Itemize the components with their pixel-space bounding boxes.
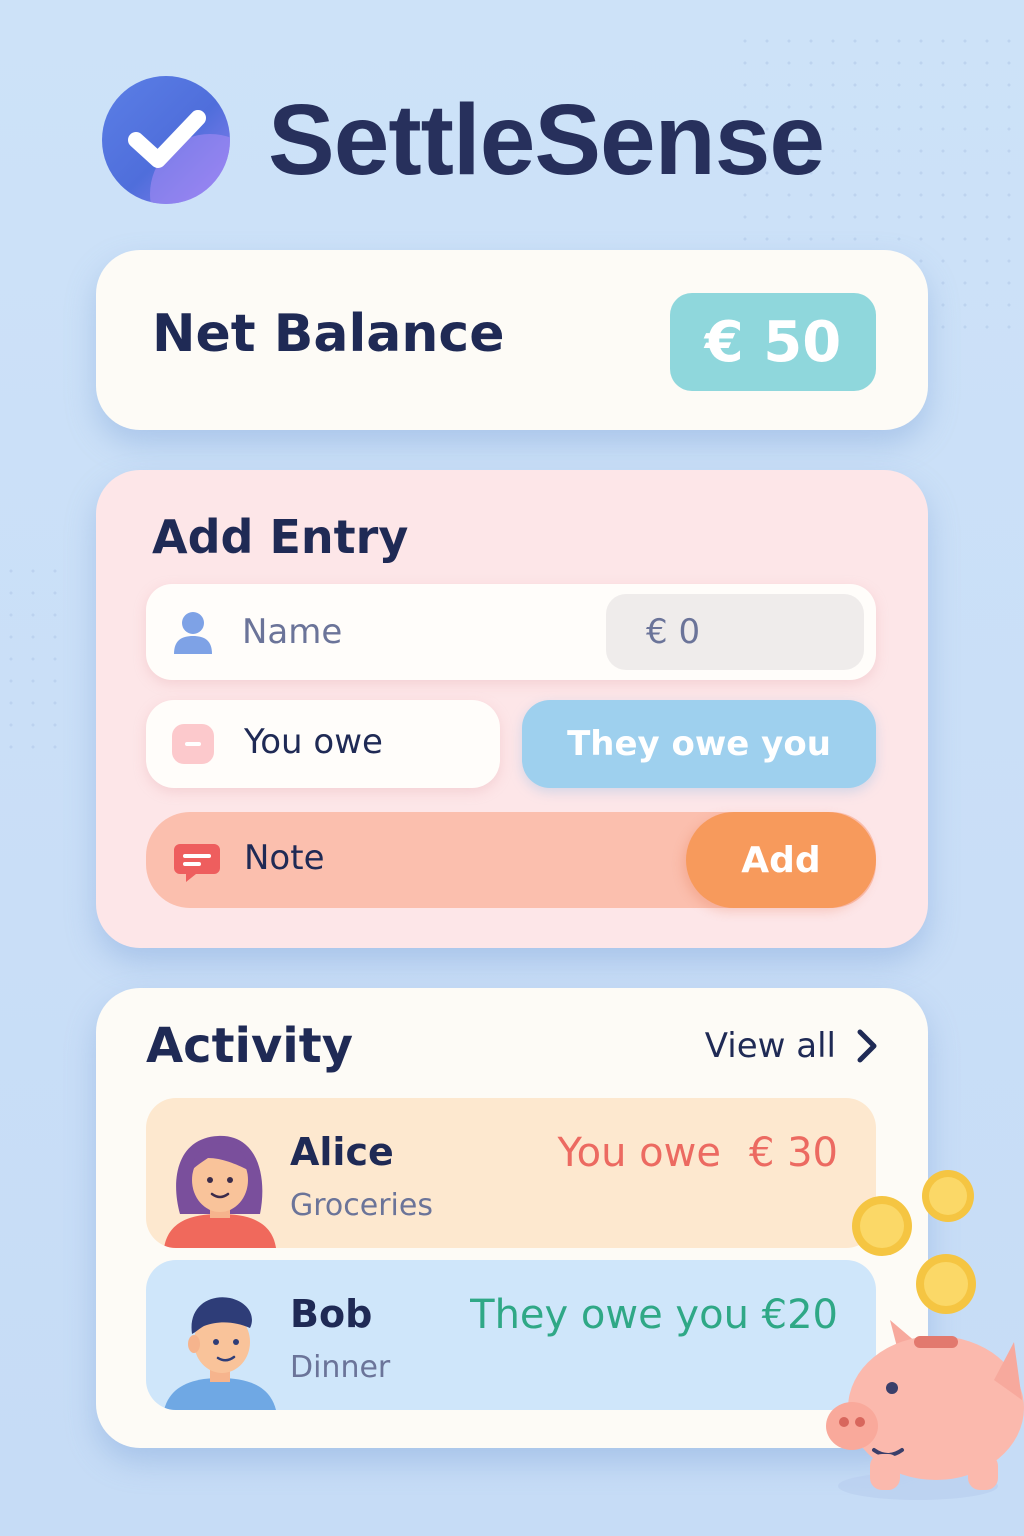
chevron-right-icon	[857, 1029, 877, 1063]
alice-avatar	[164, 1135, 276, 1248]
piggy-bank-coins-illustration	[826, 1170, 1024, 1500]
activity-item-status-label: You owe	[557, 1130, 721, 1176]
activity-item-status: You owe € 30	[557, 1130, 838, 1176]
name-amount-row	[146, 584, 876, 680]
name-input[interactable]	[242, 608, 582, 656]
activity-item-note: Dinner	[290, 1350, 391, 1385]
minus-icon	[172, 724, 214, 764]
net-balance-amount: € 50	[670, 293, 876, 391]
activity-card: Activity View all Alice Groceries You ow…	[96, 988, 928, 1448]
net-balance-label: Net Balance	[152, 304, 505, 364]
view-all-label: View all	[704, 1026, 836, 1066]
add-entry-card: Add Entry You owe They owe you Note Add	[96, 470, 928, 948]
amount-input[interactable]	[606, 594, 864, 670]
activity-item-alice[interactable]: Alice Groceries You owe € 30	[146, 1098, 876, 1248]
activity-item-note: Groceries	[290, 1188, 433, 1223]
logo-check-icon	[102, 76, 230, 204]
background-dots	[0, 560, 60, 760]
note-label: Note	[244, 838, 325, 878]
app-header: SettleSense	[102, 76, 825, 204]
note-icon	[174, 844, 220, 882]
app-title: SettleSense	[268, 83, 825, 196]
activity-item-name: Alice	[290, 1130, 394, 1174]
activity-item-status: They owe you €20	[470, 1292, 838, 1338]
they-owe-you-button[interactable]: They owe you	[522, 700, 876, 788]
view-all-link[interactable]: View all	[705, 1026, 878, 1066]
note-field[interactable]: Note Add	[146, 812, 876, 908]
you-owe-label: You owe	[244, 722, 383, 762]
you-owe-button[interactable]: You owe	[146, 700, 500, 788]
activity-title: Activity	[146, 1018, 353, 1074]
activity-item-name: Bob	[290, 1292, 373, 1336]
user-icon	[174, 612, 212, 654]
bob-avatar	[164, 1297, 276, 1410]
add-entry-title: Add Entry	[152, 510, 409, 564]
net-balance-card: Net Balance € 50	[96, 250, 928, 430]
add-button[interactable]: Add	[686, 812, 876, 908]
activity-item-bob[interactable]: Bob Dinner They owe you €20	[146, 1260, 876, 1410]
